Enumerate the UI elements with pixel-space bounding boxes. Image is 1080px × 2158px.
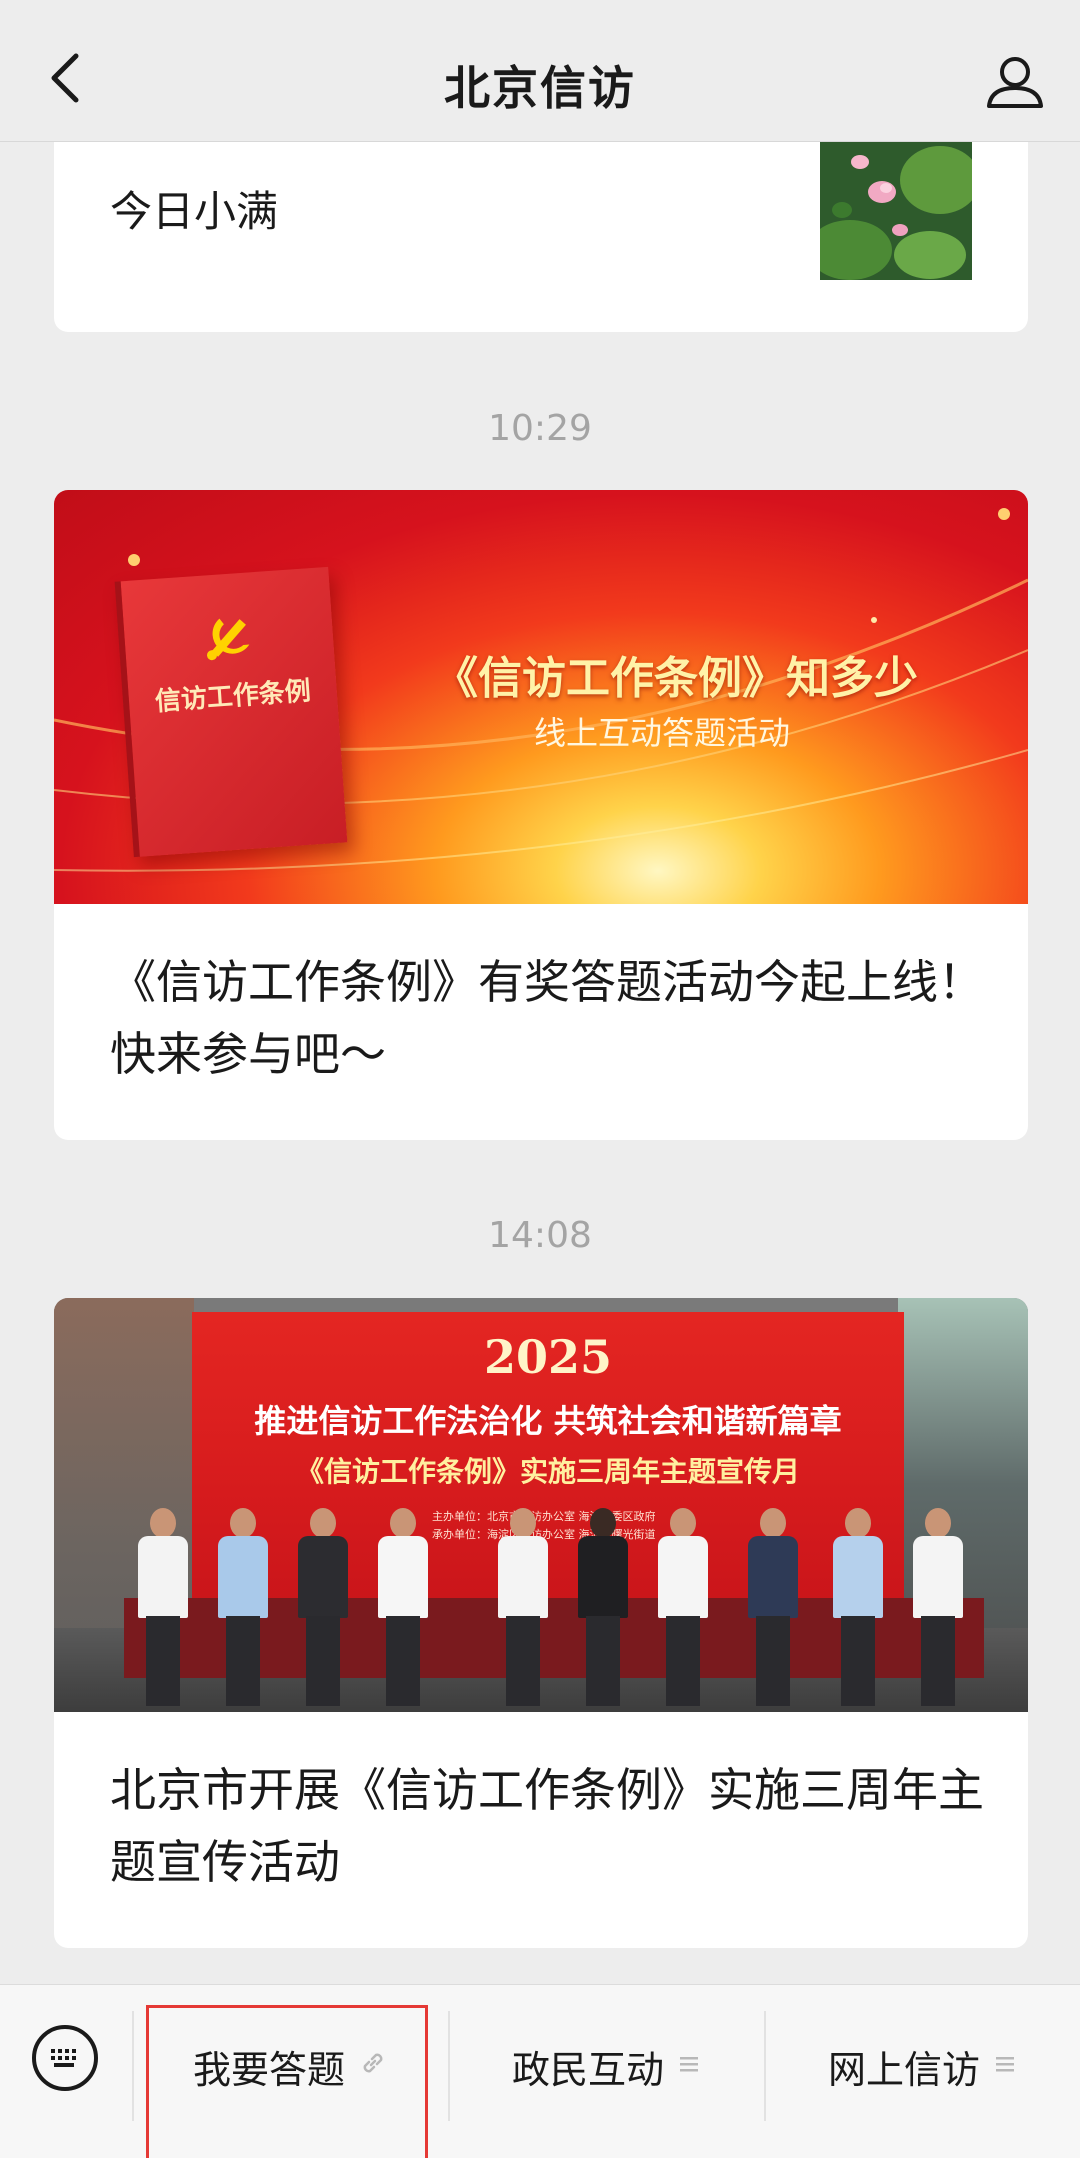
menu-item-label: 政民互动 xyxy=(511,2047,664,2092)
keyboard-icon xyxy=(51,2049,76,2067)
person-figure xyxy=(134,1508,190,1708)
menu-item-online-petition[interactable]: 网上信访 xyxy=(764,2011,1080,2121)
profile-button[interactable] xyxy=(980,50,1050,114)
article-photo: 2025 推进信访工作法治化 共筑社会和谐新篇章 《信访工作条例》实施三周年主题… xyxy=(54,1298,1028,1712)
menu-icon xyxy=(994,2051,1016,2081)
person-figure xyxy=(294,1508,350,1708)
person-figure xyxy=(829,1508,885,1708)
message-timestamp: 10:29 xyxy=(488,408,592,449)
article-card-anniversary[interactable]: 2025 推进信访工作法治化 共筑社会和谐新篇章 《信访工作条例》实施三周年主题… xyxy=(54,1298,1028,1948)
article-thumbnail xyxy=(820,140,972,280)
bottom-menu-bar: 我要答题 政民互动 网上信访 xyxy=(0,1984,1080,2158)
menu-item-label: 网上信访 xyxy=(827,2047,980,2092)
keyboard-toggle-button[interactable] xyxy=(32,2025,98,2091)
article-title: 北京市开展《信访工作条例》实施三周年主题宣传活动 xyxy=(110,1763,984,1889)
menu-icon xyxy=(678,2051,700,2081)
menu-item-interaction[interactable]: 政民互动 xyxy=(448,2011,764,2121)
person-figure xyxy=(654,1508,710,1708)
top-navigation-bar: 北京信访 xyxy=(0,0,1080,142)
person-figure xyxy=(909,1508,965,1708)
article-title: 《信访工作条例》有奖答题活动今起上线！快来参与吧～ xyxy=(110,955,984,1081)
banner-headline: 《信访工作条例》知多少 xyxy=(434,653,918,704)
person-figure xyxy=(214,1508,270,1708)
highlight-box xyxy=(146,2005,428,2158)
article-card-quiz[interactable]: 信访工作条例 《信访工作条例》知多少 线上互动答题活动 《信访工作条例》有奖答题… xyxy=(54,490,1028,1140)
book-title: 信访工作条例 xyxy=(154,676,312,718)
banner-subheadline: 线上互动答题活动 xyxy=(534,714,791,752)
regulation-book: 信访工作条例 xyxy=(114,566,348,858)
article-banner: 信访工作条例 《信访工作条例》知多少 线上互动答题活动 xyxy=(54,490,1028,904)
backdrop-slogan: 推进信访工作法治化 共筑社会和谐新篇章 xyxy=(254,1402,842,1440)
article-title: 今日小满 xyxy=(110,187,279,236)
person-figure xyxy=(744,1508,800,1708)
message-timestamp: 14:08 xyxy=(488,1215,592,1256)
person-figure xyxy=(574,1508,630,1708)
party-emblem-icon xyxy=(199,606,259,670)
person-figure xyxy=(374,1508,430,1708)
backdrop-year: 2025 xyxy=(483,1330,613,1384)
backdrop-theme: 《信访工作条例》实施三周年主题宣传月 xyxy=(295,1455,800,1488)
user-icon xyxy=(987,57,1043,108)
page-title: 北京信访 xyxy=(444,61,636,115)
person-figure xyxy=(494,1508,550,1708)
